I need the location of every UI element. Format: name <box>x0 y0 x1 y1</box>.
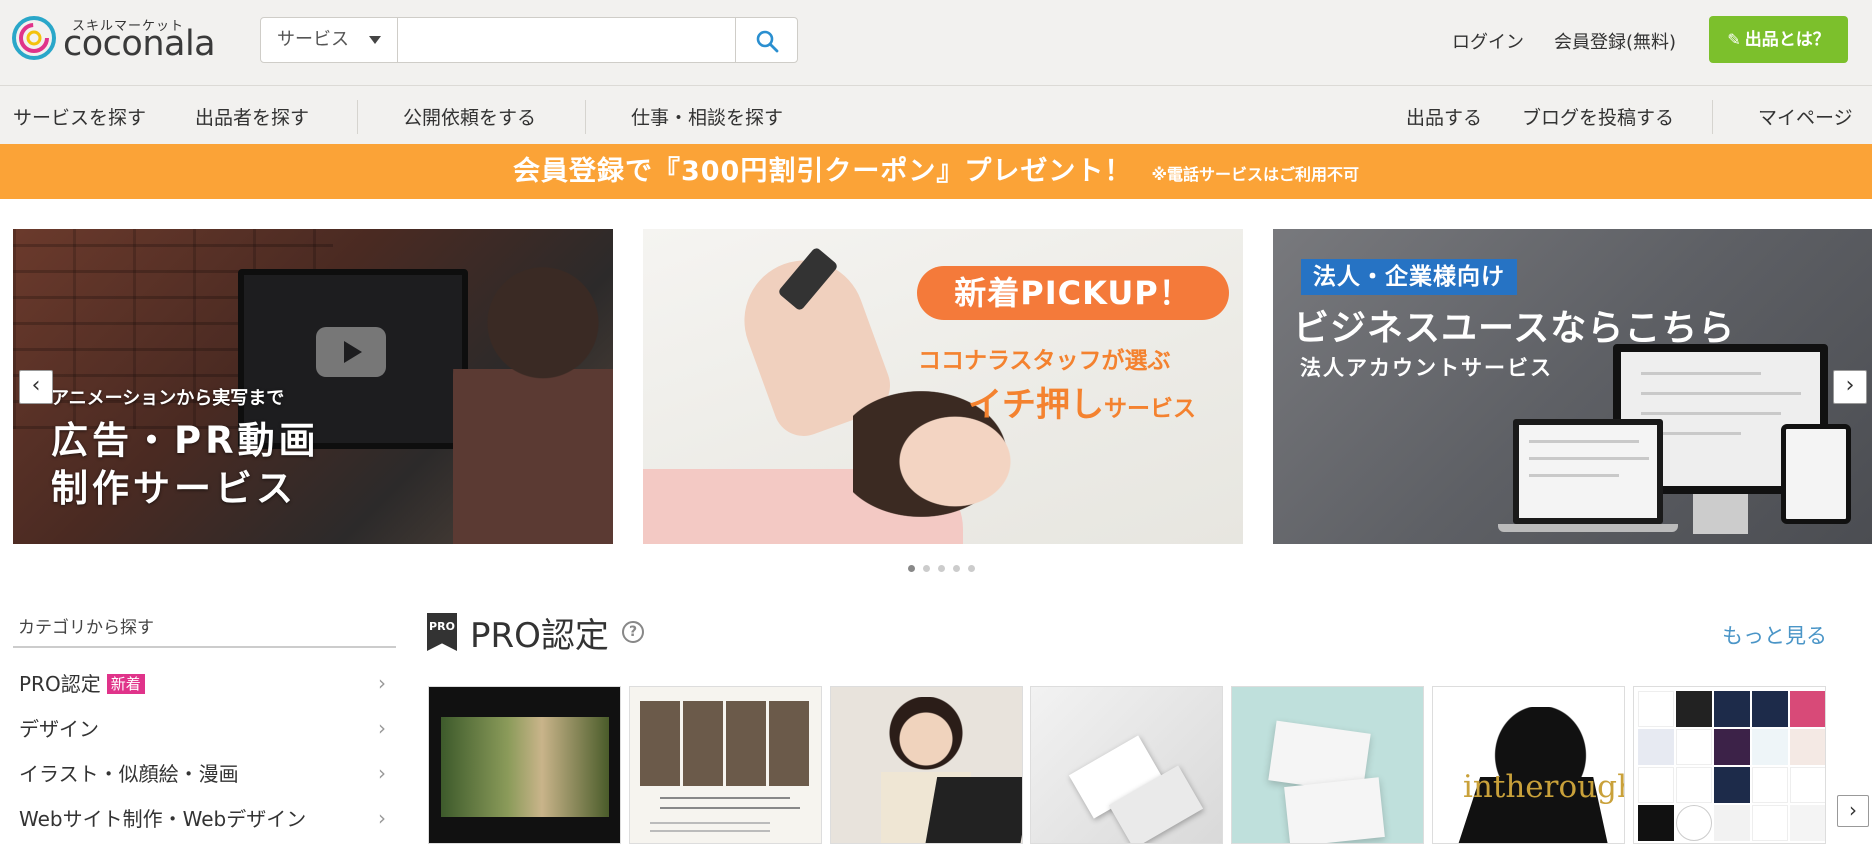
service-thumbnail[interactable] <box>1231 686 1424 844</box>
promo-main-text: 会員登録で『300円割引クーポン』プレゼント！ <box>512 156 1133 187</box>
slide-title-emphasis: イチ押し <box>968 385 1104 425</box>
search-icon <box>756 30 779 53</box>
nav-divider <box>1712 100 1713 134</box>
nav-find-services[interactable]: サービスを探す <box>13 103 146 130</box>
category-item-illustration[interactable]: イラスト・似顔絵・漫画 › <box>19 758 396 794</box>
search-button[interactable] <box>735 18 797 62</box>
category-label: デザイン <box>19 717 99 741</box>
category-item-design[interactable]: デザイン › <box>19 713 396 749</box>
violin-photo <box>441 717 609 817</box>
slide-title-suffix: サービス <box>1104 396 1196 422</box>
business-card-image <box>1284 777 1385 843</box>
laptop-image <box>1513 419 1663 524</box>
nav-find-jobs[interactable]: 仕事・相談を探す <box>631 103 783 130</box>
chevron-right-icon: › <box>378 806 386 830</box>
service-thumbnail[interactable] <box>1030 686 1223 844</box>
chevron-right-icon: › <box>1845 373 1855 398</box>
pencil-icon: ✎ <box>1727 30 1741 49</box>
main-nav: サービスを探す 出品者を探す 公開依頼をする 仕事・相談を探す 出品する ブログ… <box>0 86 1872 144</box>
carousel-dot[interactable] <box>938 565 945 572</box>
signup-link[interactable]: 会員登録(無料) <box>1554 28 1676 54</box>
house-photos <box>640 701 812 786</box>
search-input[interactable] <box>399 18 736 62</box>
tablet-image <box>1781 424 1851 524</box>
section-title: PRO認定 <box>470 616 609 656</box>
nav-post-blog[interactable]: ブログを投稿する <box>1522 103 1674 130</box>
pro-badge-icon: PRO <box>427 613 457 651</box>
search-category-select[interactable]: サービス <box>261 18 398 62</box>
pro-next-button[interactable]: › <box>1837 795 1869 827</box>
login-link[interactable]: ログイン <box>1452 28 1524 54</box>
carousel-prev-button[interactable]: ‹ <box>19 370 53 404</box>
carousel-dot[interactable] <box>923 565 930 572</box>
chevron-right-icon: › <box>378 716 386 740</box>
category-item-web[interactable]: Webサイト制作・Webデザイン › <box>19 803 396 839</box>
search-bar: サービス <box>260 17 798 63</box>
chevron-right-icon: › <box>378 671 386 695</box>
new-badge: 新着 <box>106 674 145 694</box>
category-label: イラスト・似顔絵・漫画 <box>19 762 239 786</box>
slide-subtitle: アニメーションから実写まで <box>51 388 285 409</box>
category-label: Webサイト制作・Webデザイン <box>19 807 307 831</box>
category-divider <box>13 646 396 648</box>
laptop-base-image <box>1498 524 1678 532</box>
nav-divider <box>357 100 358 134</box>
sell-info-label: 出品とは？ <box>1744 30 1830 50</box>
logo-icon <box>12 16 56 60</box>
business-tag: 法人・企業様向け <box>1301 259 1517 295</box>
logo-wordmark: coconala <box>63 24 216 64</box>
slide-subtitle: ココナラスタッフが選ぶ <box>918 348 1171 374</box>
coconala-logo[interactable]: スキルマーケット coconala <box>12 14 227 66</box>
promo-banner[interactable]: 会員登録で『300円割引クーポン』プレゼント！ ※電話サービスはご利用不可 <box>0 144 1872 199</box>
category-item-pro[interactable]: PRO認定 新着 › <box>19 668 396 704</box>
carousel-dot[interactable] <box>953 565 960 572</box>
slide-title-line2: 制作サービス <box>51 467 297 510</box>
category-label: PRO認定 <box>19 672 101 696</box>
promo-note-text: ※電話サービスはご利用不可 <box>1151 165 1359 184</box>
slide-subtitle: 法人アカウントサービス <box>1300 356 1553 380</box>
nav-post-request[interactable]: 公開依頼をする <box>403 103 536 130</box>
carousel-slide-pickup[interactable]: 新着PICKUP！ ココナラスタッフが選ぶ イチ押しサービス <box>643 229 1243 544</box>
chevron-right-icon: › <box>1849 798 1857 822</box>
category-heading: カテゴリから探す <box>18 618 154 638</box>
service-thumbnail[interactable]: intherough <box>1432 686 1625 844</box>
nav-divider <box>585 100 586 134</box>
see-more-link[interactable]: もっと見る <box>1722 620 1827 650</box>
chevron-left-icon: ‹ <box>31 373 41 398</box>
person-image <box>453 259 613 544</box>
service-thumbnail[interactable] <box>1633 686 1826 844</box>
help-icon[interactable]: ? <box>622 621 644 643</box>
carousel-slide-business[interactable]: 法人・企業様向け ビジネスユースならこちら 法人アカウントサービス <box>1273 229 1872 544</box>
slide-title: 広告・PR動画 制作サービス <box>51 417 320 513</box>
monitor-stand-image <box>1693 494 1748 534</box>
carousel-dot[interactable] <box>908 565 915 572</box>
slide-title: イチ押しサービス <box>968 377 1196 426</box>
carousel-slide-video-ads[interactable]: アニメーションから実写まで 広告・PR動画 制作サービス <box>13 229 613 544</box>
sell-info-button[interactable]: ✎ 出品とは？ <box>1709 16 1848 63</box>
slide-title: ビジネスユースならこちら <box>1293 308 1736 349</box>
laptop-photo <box>924 777 1022 843</box>
chevron-right-icon: › <box>378 761 386 785</box>
logo-sample-text: intherough <box>1463 769 1625 805</box>
site-header: スキルマーケット coconala サービス ログイン 会員登録(無料) ✎ 出品… <box>0 0 1872 86</box>
search-category-label: サービス <box>277 29 349 50</box>
nav-find-sellers[interactable]: 出品者を探す <box>195 103 309 130</box>
carousel-dots <box>908 557 983 572</box>
pickup-badge: 新着PICKUP！ <box>917 266 1229 320</box>
service-thumbnail[interactable] <box>629 686 822 844</box>
nav-my-page[interactable]: マイページ <box>1758 103 1853 130</box>
slide-title-line1: 広告・PR動画 <box>51 419 320 462</box>
carousel-next-button[interactable]: › <box>1833 370 1867 404</box>
service-thumbnail[interactable] <box>428 686 621 844</box>
carousel-dot[interactable] <box>968 565 975 572</box>
caret-down-icon <box>369 36 381 44</box>
play-icon <box>316 327 386 377</box>
service-thumbnail[interactable] <box>830 686 1023 844</box>
nav-sell[interactable]: 出品する <box>1406 103 1482 130</box>
